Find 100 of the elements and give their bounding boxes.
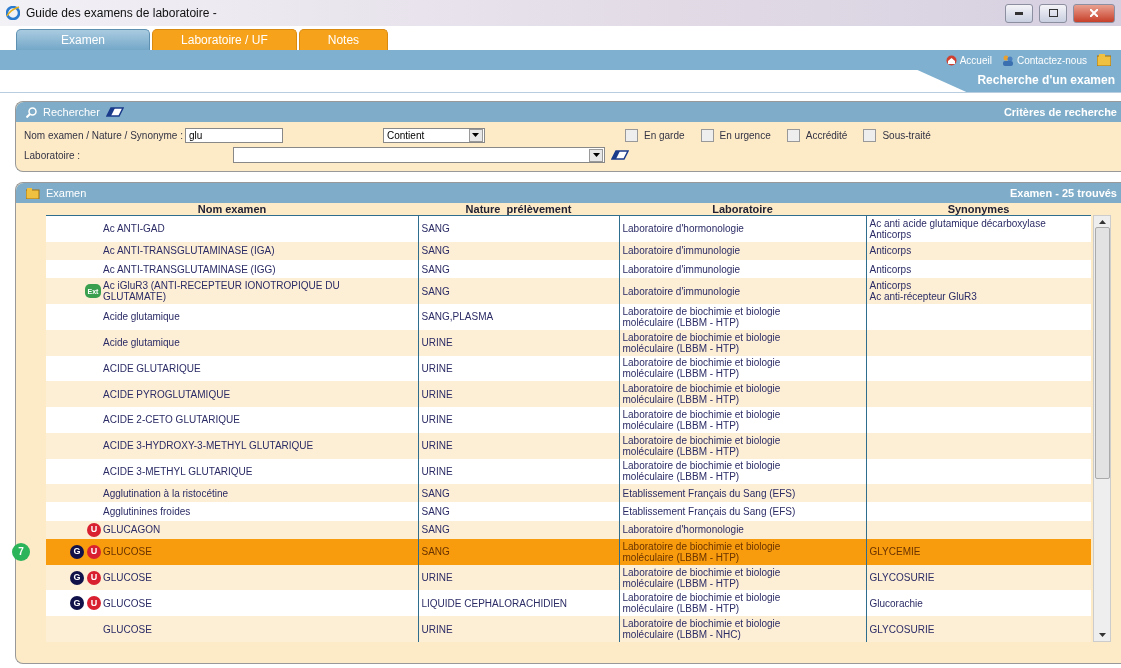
folder-icon (26, 187, 40, 199)
table-cell: SANG (421, 285, 450, 297)
synonym: GLYCOSURIE (869, 623, 936, 635)
table-cell: SANG,PLASMA (421, 311, 494, 323)
table-cell-text: Etablissement Français du Sang (EFS) (622, 506, 797, 518)
checkbox[interactable] (700, 128, 714, 142)
field-label: Laboratoire : (24, 149, 82, 161)
table-cell: URINE (421, 623, 453, 635)
table-row[interactable]: Agglutinines froides SANG Etablissement Français du Sang (EFS) (46, 502, 1091, 521)
table-cell: SANG (421, 223, 450, 235)
synonym: Glucorachie (869, 597, 924, 609)
table-cell: URINE (421, 465, 453, 477)
exam-name: GLUCOSE (103, 546, 152, 558)
table-cell-text: Etablissement Français du Sang (EFS) (622, 487, 797, 499)
table-cell: URINE (421, 572, 453, 584)
table-cell: URINE (421, 337, 453, 349)
status-badge: U (87, 522, 101, 537)
close-icon (1090, 9, 1098, 17)
exam-name: Ac iGluR3 (ANTI-RECEPTEUR IONOTROPIQUE DU GLUTAMATE) (103, 280, 341, 303)
eraser-icon[interactable] (611, 150, 629, 160)
scroll-down-icon[interactable] (1098, 633, 1106, 637)
exam-name: Ac ANTI-TRANSGLUTAMINASE (IGG) (103, 263, 276, 275)
match-dropdown[interactable]: Contient (382, 127, 485, 143)
status-badge: G (70, 544, 84, 559)
table-cell-text: Laboratoire de biochimie et biologie moléculaire (LBBM - HTP) (622, 592, 782, 615)
table-row[interactable]: Agglutination à la ristocétine SANG Etablissement Français du Sang (EFS) (46, 484, 1091, 503)
table-row[interactable]: G U GLUCOSE URINE Laboratoire de biochimie et biologie moléculaire (LBBM - HTP) GLYCOSURIE (46, 564, 1091, 591)
checkbox[interactable] (624, 128, 638, 142)
exam-name: GLUCOSE (103, 623, 152, 635)
close-button[interactable] (1073, 3, 1115, 23)
checkbox-label: Accrédité (805, 129, 848, 141)
maximize-button[interactable] (1039, 3, 1067, 23)
checkbox-label: En garde (643, 129, 685, 141)
synonym: Ac anti acide glutamique décarboxylase (869, 217, 1047, 229)
panel-title: Examen (46, 187, 87, 199)
exam-name: ACIDE 3-METHYL GLUTARIQUE (103, 465, 253, 477)
table-row[interactable]: ACIDE GLUTARIQUE URINE Laboratoire de biochimie et biologie moléculaire (LBBM - HTP) (46, 355, 1091, 382)
table-row[interactable]: Acide glutamique URINE Laboratoire de biochimie et biologie moléculaire (LBBM - HTP) (46, 329, 1091, 356)
table-row[interactable]: ACIDE 2-CETO GLUTARIQUE URINE Laboratoire de biochimie et biologie moléculaire (LBBM - HTP) (46, 407, 1091, 433)
table-cell: URINE (421, 388, 453, 400)
synonym: GLYCOSURIE (869, 572, 936, 584)
scroll-up-icon[interactable] (1098, 220, 1106, 224)
table-row[interactable]: GLUCOSE URINE Laboratoire de biochimie et biologie moléculaire (LBBM - NHC) GLYCOSURIE (46, 616, 1091, 642)
callout-badge: 7 (12, 542, 30, 561)
table-cell: SANG (421, 524, 450, 536)
exam-name: Agglutinines froides (103, 506, 191, 518)
column-header[interactable]: Laboratoire (712, 203, 773, 215)
table-row[interactable]: Acide glutamique SANG,PLASMA Laboratoire de biochimie et biologie moléculaire (LBBM - HTP) (46, 304, 1091, 330)
exam-name: ACIDE PYROGLUTAMIQUE (103, 388, 231, 400)
exam-name: Ac ANTI-GAD (103, 223, 165, 235)
field-label: Nom examen / Nature / Synonyme : (24, 129, 183, 141)
status-badge: G (70, 570, 84, 585)
result-count: Examen - 25 trouvés (1010, 187, 1117, 199)
panel-title: Critères de recherche (1003, 106, 1117, 118)
table-cell: URINE (421, 440, 453, 452)
page-title: Recherche d'un examen (917, 70, 1121, 92)
checkbox-label: Sous-traité (882, 129, 931, 141)
table-row[interactable]: G U GLUCOSE LIQUIDE CEPHALORACHIDIEN Laboratoire de biochimie et biologie moléculaire (LBBM - HTP) Glucorachie (46, 590, 1091, 617)
minimize-button[interactable] (1005, 3, 1033, 23)
search-icon (26, 106, 37, 118)
table-cell-text: Laboratoire de biochimie et biologie moléculaire (LBBM - HTP) (622, 460, 782, 483)
table-row[interactable]: Ac ANTI-GAD SANG Laboratoire d'hormonologie Ac anti acide glutamique décarboxylase Anticorps (46, 215, 1091, 242)
exam-name: ACIDE 3-HYDROXY-3-METHYL GLUTARIQUE (103, 440, 314, 452)
exam-name: ACIDE GLUTARIQUE (103, 362, 201, 374)
exam-name: Agglutination à la ristocétine (103, 487, 229, 499)
table-cell-text: Laboratoire de biochimie et biologie moléculaire (LBBM - HTP) (622, 408, 782, 431)
table-cell: SANG (421, 487, 450, 499)
table-cell-text: Laboratoire de biochimie et biologie moléculaire (LBBM - HTP) (622, 305, 782, 328)
table-cell: SANG (421, 263, 450, 275)
people-icon (1001, 54, 1014, 66)
table-cell-text: Laboratoire de biochimie et biologie moléculaire (LBBM - HTP) (622, 331, 782, 354)
table-cell-text: Laboratoire de biochimie et biologie moléculaire (LBBM - HTP) (622, 357, 782, 380)
table-cell-text: Laboratoire de biochimie et biologie moléculaire (LBBM - NHC) (622, 618, 782, 641)
synonym: Anticorps (869, 245, 913, 257)
scrollbar[interactable] (1093, 215, 1111, 642)
exam-name: GLUCOSE (103, 572, 152, 584)
column-header[interactable]: Nature prélèvement (465, 203, 572, 215)
minimize-icon (1015, 11, 1023, 15)
search-input[interactable]: glu (184, 127, 283, 143)
synonym: Anticorps (869, 263, 913, 275)
checkbox[interactable] (786, 128, 800, 142)
table-row[interactable]: ACIDE 3-HYDROXY-3-METHYL GLUTARIQUE URINE Laboratoire de biochimie et biologie moléculaire (LBBM - HTP) (46, 432, 1091, 459)
column-header[interactable]: Synonymes (947, 203, 1010, 215)
table-cell: SANG (421, 245, 450, 257)
checkbox-label: En urgence (719, 129, 771, 141)
table-cell-text: Laboratoire d'immunologie (622, 245, 742, 257)
eraser-icon[interactable] (105, 107, 124, 117)
table-cell-text: Laboratoire de biochimie et biologie moléculaire (LBBM - HTP) (622, 566, 782, 589)
table-cell: SANG (421, 546, 450, 558)
column-header[interactable]: Nom examen (197, 203, 267, 215)
table-cell: URINE (421, 414, 453, 426)
table-row[interactable]: Ac ANTI-TRANSGLUTAMINASE (IGG) SANG Laboratoire d'immunologie Anticorps (46, 260, 1091, 279)
status-badge: U (87, 596, 101, 611)
synonym: Anticorps (869, 280, 912, 292)
window-title: Guide des examens de laboratoire - (26, 6, 217, 20)
table-cell-text: Laboratoire de biochimie et biologie moléculaire (LBBM - HTP) (622, 434, 782, 457)
table-row[interactable]: ACIDE 3-METHYL GLUTARIQUE URINE Laboratoire de biochimie et biologie moléculaire (LBBM - HTP) (46, 458, 1091, 485)
exam-name: Ac ANTI-TRANSGLUTAMINASE (IGA) (103, 245, 275, 257)
checkbox[interactable] (863, 128, 877, 142)
table-row[interactable]: ACIDE PYROGLUTAMIQUE URINE Laboratoire de biochimie et biologie moléculaire (LBBM - HTP) (46, 381, 1091, 407)
